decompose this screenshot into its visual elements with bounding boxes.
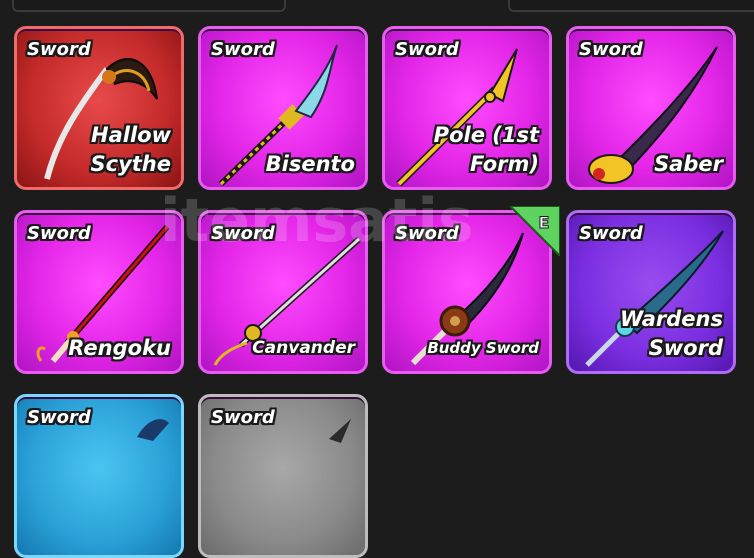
item-card-bisento[interactable]: Sword Bisento <box>198 26 368 190</box>
item-type-label: Sword <box>27 407 91 428</box>
item-type-label: Sword <box>395 223 459 244</box>
item-type-label: Sword <box>211 39 275 60</box>
equipped-badge: E <box>510 206 560 256</box>
item-card-hallow-scythe[interactable]: Sword Hallow Scythe <box>14 26 184 190</box>
item-type-label: Sword <box>211 223 275 244</box>
item-card-rengoku[interactable]: Sword Rengoku <box>14 210 184 374</box>
item-type-label: Sword <box>579 39 643 60</box>
item-card-wardens-sword[interactable]: Sword Wardens Sword <box>566 210 736 374</box>
item-card-pole-1st-form[interactable]: Sword Pole (1st Form) <box>382 26 552 190</box>
item-type-label: Sword <box>27 39 91 60</box>
svg-text:E: E <box>539 213 550 232</box>
item-card-common-sword[interactable]: Sword <box>198 394 368 558</box>
item-name-label: Rengoku <box>68 336 171 360</box>
item-name-label: Saber <box>654 152 723 176</box>
item-type-label: Sword <box>211 407 275 428</box>
item-card-saber[interactable]: Sword Saber <box>566 26 736 190</box>
item-name-label: Bisento <box>265 152 355 176</box>
item-card-rare-sword[interactable]: Sword <box>14 394 184 558</box>
top-panel-right <box>508 0 754 12</box>
item-name-label: Pole (1st Form) <box>433 123 539 176</box>
item-name-label: Hallow Scythe <box>90 123 172 176</box>
item-name-label: Canvander <box>252 338 355 358</box>
item-type-label: Sword <box>579 223 643 244</box>
item-type-label: Sword <box>395 39 459 60</box>
item-card-canvander[interactable]: Sword Canvander <box>198 210 368 374</box>
item-type-label: Sword <box>27 223 91 244</box>
top-panel-left <box>12 0 286 12</box>
item-name-label: Wardens Sword <box>620 307 723 360</box>
item-name-label: Buddy Sword <box>427 339 539 357</box>
